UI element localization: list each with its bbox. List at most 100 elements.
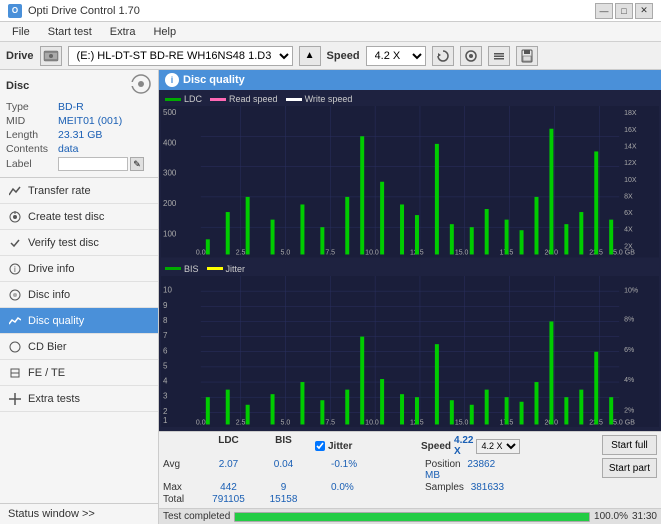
sidebar-item-disc-info[interactable]: Disc info <box>0 282 158 308</box>
legend-bis: BIS <box>165 264 199 274</box>
maximize-button[interactable]: □ <box>615 3 633 19</box>
disc-panel: Disc Type BD-R MID MEIT01 (001) Length <box>0 70 158 178</box>
svg-text:6: 6 <box>163 346 168 355</box>
sidebar-item-cd-bier[interactable]: CD Bier <box>0 334 158 360</box>
avg-ldc: 2.07 <box>201 459 256 481</box>
sidebar-label-verify-test-disc: Verify test disc <box>28 237 99 249</box>
svg-text:5: 5 <box>163 361 168 370</box>
sidebar-item-extra-tests[interactable]: Extra tests <box>0 386 158 412</box>
sidebar-item-transfer-rate[interactable]: Transfer rate <box>0 178 158 204</box>
settings-button[interactable] <box>488 46 510 66</box>
close-button[interactable]: ✕ <box>635 3 653 19</box>
progress-area: Test completed 100.0% 31:30 <box>159 508 661 524</box>
disc-label-btn[interactable]: ✎ <box>130 157 144 171</box>
col-bis-header: BIS <box>256 435 311 457</box>
status-window-button[interactable]: Status window >> <box>0 503 158 524</box>
svg-text:16X: 16X <box>624 127 637 134</box>
stats-headers: LDC BIS Jitter Speed 4.22 X 4.2 X <box>163 435 598 457</box>
svg-text:i: i <box>14 265 16 274</box>
svg-text:2: 2 <box>163 406 168 415</box>
jitter-header: Jitter <box>311 435 421 457</box>
legend-write-speed: Write speed <box>286 94 353 104</box>
menu-extra[interactable]: Extra <box>102 24 144 40</box>
sidebar-item-create-test-disc[interactable]: Create test disc <box>0 204 158 230</box>
speed-dropdown[interactable]: 4.2 X <box>476 439 520 454</box>
col-jitter-header: Jitter <box>328 441 352 452</box>
sidebar: Disc Type BD-R MID MEIT01 (001) Length <box>0 70 159 524</box>
sidebar-item-drive-info[interactable]: i Drive info <box>0 256 158 282</box>
disc-quality-icon <box>8 314 22 328</box>
start-part-button[interactable]: Start part <box>602 458 657 478</box>
svg-text:12X: 12X <box>624 160 637 167</box>
refresh-button[interactable] <box>432 46 454 66</box>
ldc-color <box>165 98 181 101</box>
speed-header-label: Speed <box>421 441 451 452</box>
progress-bar-container <box>234 512 590 522</box>
menu-help[interactable]: Help <box>145 24 184 40</box>
disc-label-input[interactable] <box>58 157 128 171</box>
legend-jitter: Jitter <box>207 264 246 274</box>
svg-text:2%: 2% <box>624 407 634 414</box>
disc-contents-value: data <box>58 143 78 155</box>
disc-mid-field: MID MEIT01 (001) <box>6 115 152 127</box>
disc-quality-title: Disc quality <box>183 74 245 86</box>
stats-data: Avg 2.07 0.04 -0.1% Position 23862 MB Ma… <box>163 459 598 505</box>
sidebar-item-verify-test-disc[interactable]: Verify test disc <box>0 230 158 256</box>
svg-text:8X: 8X <box>624 193 633 200</box>
menu-bar: File Start test Extra Help <box>0 22 661 42</box>
total-extra-empty <box>421 494 506 505</box>
save-button[interactable] <box>516 46 538 66</box>
svg-text:3: 3 <box>163 391 168 400</box>
svg-text:5.0: 5.0 <box>281 419 291 426</box>
progress-percent: 100.0% <box>594 511 628 522</box>
jitter-checkbox[interactable] <box>315 441 325 451</box>
disc-panel-icon <box>130 74 152 97</box>
app-icon: O <box>8 4 22 18</box>
disc-button[interactable] <box>460 46 482 66</box>
start-full-button[interactable]: Start full <box>602 435 657 455</box>
svg-text:15.0: 15.0 <box>455 249 469 256</box>
total-bis: 15158 <box>256 494 311 505</box>
sidebar-item-fe-te[interactable]: FE / TE <box>0 360 158 386</box>
disc-icon <box>464 49 478 63</box>
disc-section-title: Disc <box>6 80 29 92</box>
svg-text:15.0: 15.0 <box>455 419 469 426</box>
svg-text:10.0: 10.0 <box>365 419 379 426</box>
pos-label: Position <box>425 459 461 470</box>
minimize-button[interactable]: — <box>595 3 613 19</box>
ldc-legend: LDC Read speed Write speed <box>161 92 659 106</box>
total-label: Total <box>163 494 201 505</box>
svg-text:6X: 6X <box>624 210 633 217</box>
legend-bis-label: BIS <box>184 264 199 274</box>
max-ldc: 442 <box>201 482 256 493</box>
verify-test-disc-icon <box>8 236 22 250</box>
speed-label: Speed <box>327 50 360 62</box>
create-test-disc-icon <box>8 210 22 224</box>
eject-button[interactable]: ▲ <box>299 46 321 66</box>
drive-icon-btn[interactable] <box>40 46 62 66</box>
ldc-chart-svg: 500 400 300 200 100 18X 16X 14X 12X 10X … <box>161 106 659 258</box>
sidebar-label-cd-bier: CD Bier <box>28 341 67 353</box>
drive-icon <box>43 49 59 63</box>
drive-select[interactable]: (E:) HL-DT-ST BD-RE WH16NS48 1.D3 <box>68 46 293 66</box>
samples-label: Samples <box>425 482 464 493</box>
disc-contents-field: Contents data <box>6 143 152 155</box>
max-jitter: 0.0% <box>311 482 421 493</box>
menu-start-test[interactable]: Start test <box>40 24 100 40</box>
sidebar-item-disc-quality[interactable]: Disc quality <box>0 308 158 334</box>
fe-te-icon <box>8 366 22 380</box>
ldc-chart: LDC Read speed Write speed <box>161 92 659 260</box>
svg-text:5.0: 5.0 <box>281 249 291 256</box>
speed-select[interactable]: 4.2 X <box>366 46 426 66</box>
read-speed-color <box>210 98 226 101</box>
svg-text:0.0: 0.0 <box>196 419 206 426</box>
cd-bier-icon <box>8 340 22 354</box>
menu-file[interactable]: File <box>4 24 38 40</box>
refresh-icon <box>436 49 450 63</box>
avg-jitter: -0.1% <box>311 459 421 481</box>
svg-text:300: 300 <box>163 169 177 178</box>
legend-read-speed-label: Read speed <box>229 94 278 104</box>
avg-bis: 0.04 <box>256 459 311 481</box>
svg-text:7.5: 7.5 <box>325 419 335 426</box>
svg-text:4: 4 <box>163 376 168 385</box>
